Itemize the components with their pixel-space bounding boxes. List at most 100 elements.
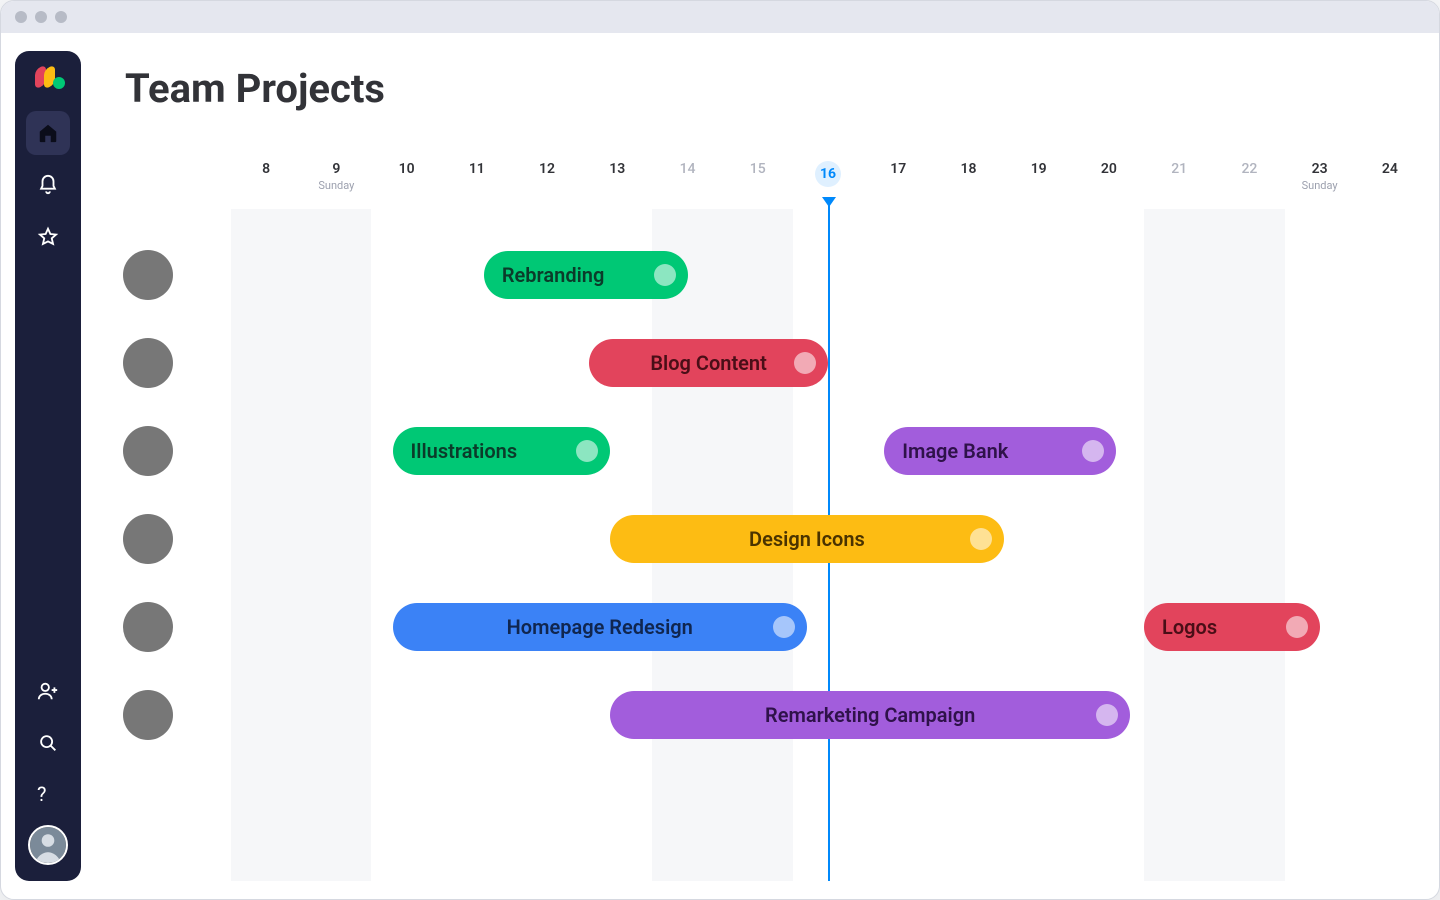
app-window: ? Team Projects 89Sunday1011121314151617… xyxy=(0,0,1440,900)
timeline-row: Rebranding xyxy=(101,231,1425,319)
person-avatar xyxy=(123,338,173,388)
task-bar[interactable]: Illustrations xyxy=(393,427,611,475)
task-bar[interactable]: Remarketing Campaign xyxy=(610,691,1130,739)
task-handle[interactable] xyxy=(970,528,992,550)
day-header-21[interactable]: 21 xyxy=(1144,161,1214,208)
task-label: Logos xyxy=(1162,615,1217,639)
day-header-19[interactable]: 19 xyxy=(1004,161,1074,208)
task-label: Design Icons xyxy=(749,527,865,551)
task-handle[interactable] xyxy=(1082,440,1104,462)
row-person[interactable] xyxy=(101,338,231,388)
task-label: Blog Content xyxy=(650,351,767,375)
task-bar[interactable]: Homepage Redesign xyxy=(393,603,807,651)
day-number: 17 xyxy=(863,161,933,177)
day-number: 24 xyxy=(1355,161,1425,177)
home-icon xyxy=(37,122,59,144)
person-avatar xyxy=(123,690,173,740)
timeline: 89Sunday1011121314151617181920212223Sund… xyxy=(101,161,1425,881)
window-close-dot[interactable] xyxy=(15,11,27,23)
timeline-row: Blog Content xyxy=(101,319,1425,407)
row-person[interactable] xyxy=(101,250,231,300)
user-avatar-icon xyxy=(30,827,66,863)
nav-invite[interactable] xyxy=(26,669,70,713)
timeline-row: Illustrations Image Bank xyxy=(101,407,1425,495)
day-header-14[interactable]: 14 xyxy=(652,161,722,208)
day-subtitle: Sunday xyxy=(301,179,371,192)
task-handle[interactable] xyxy=(794,352,816,374)
task-handle[interactable] xyxy=(773,616,795,638)
timeline-row: Remarketing Campaign xyxy=(101,671,1425,759)
task-label: Image Bank xyxy=(902,439,1008,463)
bell-icon xyxy=(37,174,59,196)
person-avatar xyxy=(123,426,173,476)
day-number: 12 xyxy=(512,161,582,177)
day-number: 22 xyxy=(1214,161,1284,177)
timeline-header: 89Sunday1011121314151617181920212223Sund… xyxy=(101,161,1425,209)
day-header-18[interactable]: 18 xyxy=(933,161,1003,208)
day-header-22[interactable]: 22 xyxy=(1214,161,1284,208)
task-label: Illustrations xyxy=(411,439,518,463)
day-header-12[interactable]: 12 xyxy=(512,161,582,208)
nav-home[interactable] xyxy=(26,111,70,155)
day-header-13[interactable]: 13 xyxy=(582,161,652,208)
app-logo-icon xyxy=(35,67,61,93)
timeline-row: Homepage Redesign Logos xyxy=(101,583,1425,671)
task-label: Remarketing Campaign xyxy=(765,703,975,727)
day-header-17[interactable]: 17 xyxy=(863,161,933,208)
add-user-icon xyxy=(37,680,59,702)
task-label: Homepage Redesign xyxy=(507,615,693,639)
day-number: 18 xyxy=(933,161,1003,177)
day-header-8[interactable]: 8 xyxy=(231,161,301,208)
search-icon xyxy=(37,732,59,754)
day-header-10[interactable]: 10 xyxy=(371,161,441,208)
person-avatar xyxy=(123,514,173,564)
day-number: 19 xyxy=(1004,161,1074,177)
window-titlebar xyxy=(1,1,1439,33)
task-bar[interactable]: Rebranding xyxy=(484,251,688,299)
task-bar[interactable]: Blog Content xyxy=(589,339,828,387)
day-header-15[interactable]: 15 xyxy=(723,161,793,208)
task-label: Rebranding xyxy=(502,263,605,287)
day-number: 10 xyxy=(371,161,441,177)
day-header-11[interactable]: 11 xyxy=(442,161,512,208)
timeline-rows: Rebranding Blog Content Illustrations Image… xyxy=(101,231,1425,881)
day-number: 9 xyxy=(301,161,371,177)
sidebar: ? xyxy=(15,51,81,881)
day-header-23[interactable]: 23 Sunday xyxy=(1285,161,1355,208)
day-header-24[interactable]: 24 xyxy=(1355,161,1425,208)
day-number: 8 xyxy=(231,161,301,177)
day-subtitle: Sunday xyxy=(1285,179,1355,192)
timeline-row: Design Icons xyxy=(101,495,1425,583)
day-number: 16 xyxy=(815,161,841,187)
person-avatar xyxy=(123,602,173,652)
star-icon xyxy=(37,226,59,248)
task-handle[interactable] xyxy=(1286,616,1308,638)
nav-favorites[interactable] xyxy=(26,215,70,259)
task-bar[interactable]: Logos xyxy=(1144,603,1320,651)
help-icon: ? xyxy=(37,784,59,806)
day-number: 20 xyxy=(1074,161,1144,177)
window-min-dot[interactable] xyxy=(35,11,47,23)
row-person[interactable] xyxy=(101,690,231,740)
main-panel: Team Projects 89Sunday101112131415161718… xyxy=(101,51,1425,881)
row-person[interactable] xyxy=(101,426,231,476)
row-person[interactable] xyxy=(101,602,231,652)
nav-help[interactable]: ? xyxy=(26,773,70,817)
day-number: 11 xyxy=(442,161,512,177)
task-bar[interactable]: Design Icons xyxy=(610,515,1003,563)
window-max-dot[interactable] xyxy=(55,11,67,23)
current-user-avatar[interactable] xyxy=(28,825,68,865)
day-number: 15 xyxy=(723,161,793,177)
day-number: 21 xyxy=(1144,161,1214,177)
task-handle[interactable] xyxy=(576,440,598,462)
task-handle[interactable] xyxy=(654,264,676,286)
day-number: 23 xyxy=(1285,161,1355,177)
nav-search[interactable] xyxy=(26,721,70,765)
day-header-9[interactable]: 9 Sunday xyxy=(301,161,371,208)
page-title: Team Projects xyxy=(125,65,1425,112)
task-bar[interactable]: Image Bank xyxy=(884,427,1116,475)
nav-notifications[interactable] xyxy=(26,163,70,207)
day-header-20[interactable]: 20 xyxy=(1074,161,1144,208)
task-handle[interactable] xyxy=(1096,704,1118,726)
row-person[interactable] xyxy=(101,514,231,564)
